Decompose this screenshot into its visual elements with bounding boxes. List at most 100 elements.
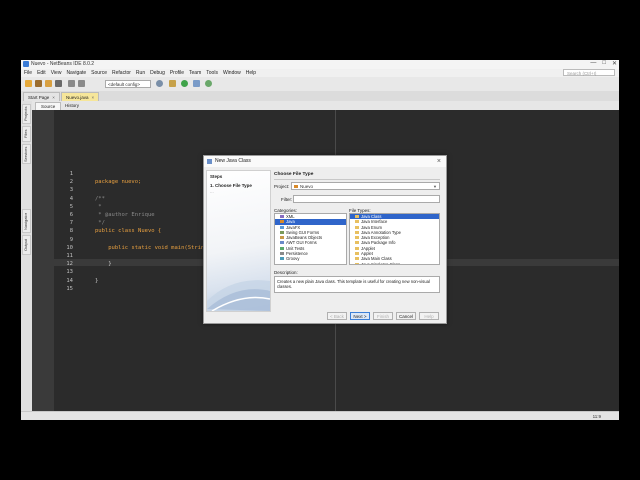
file-type-label: Java Singleton Class	[361, 261, 401, 265]
window-title: Nuevo - NetBeans IDE 8.0.2	[31, 61, 95, 67]
java-file-icon	[355, 230, 359, 234]
menu-view[interactable]: View	[51, 70, 62, 76]
code-line: /**	[95, 195, 105, 202]
category-label: JavaFX	[286, 224, 301, 230]
window-controls: — □ ✕	[590, 60, 617, 67]
menu-navigate[interactable]: Navigate	[66, 70, 86, 76]
choose-file-type-header: Choose File Type	[274, 172, 314, 177]
menu-file[interactable]: File	[24, 70, 32, 76]
folder-icon	[280, 241, 284, 245]
next-button[interactable]: Next >	[350, 312, 370, 320]
menu-profile[interactable]: Profile	[170, 70, 184, 76]
project-label: Project:	[274, 184, 290, 189]
category-label: Swing GUI Forms	[286, 229, 320, 235]
categories-list[interactable]: XML Java JavaFX Swing GUI Forms JavaBeans Ob…	[274, 213, 347, 265]
folder-icon	[280, 236, 284, 240]
cancel-button[interactable]: Cancel	[396, 312, 416, 320]
project-select[interactable]: Nuevo ▼	[291, 182, 440, 190]
tab-start-page[interactable]: Start Page ×	[23, 92, 60, 101]
file-type-item[interactable]: Java Singleton Class	[350, 261, 439, 265]
file-type-label: JApplet	[361, 245, 375, 251]
open-project-icon[interactable]	[45, 80, 52, 87]
sidebar-tab-navigator[interactable]: Navigator	[22, 209, 31, 233]
menu-window[interactable]: Window	[223, 70, 241, 76]
line-number: 5	[69, 203, 73, 210]
file-types-list[interactable]: Java Class Java Interface Java Enum Java An…	[349, 213, 440, 265]
line-number: 13	[66, 269, 73, 276]
debug-icon[interactable]	[193, 80, 200, 87]
code-line: *	[95, 203, 102, 210]
file-type-label: Java Interface	[361, 219, 388, 225]
new-java-class-dialog: New Java Class × Steps 1. Choose File Ty…	[203, 155, 447, 324]
sidebar-tab-files[interactable]: Files	[22, 126, 31, 142]
description-text: Creates a new plain Java class. This tem…	[274, 276, 440, 293]
menu-run[interactable]: Run	[136, 70, 145, 76]
minimize-icon[interactable]: —	[590, 60, 596, 67]
clean-build-icon[interactable]	[169, 80, 176, 87]
code-line: */	[95, 220, 105, 227]
tab-history[interactable]: History	[60, 102, 84, 110]
maximize-icon[interactable]: □	[602, 60, 606, 67]
run-icon[interactable]	[181, 80, 188, 87]
folder-icon	[280, 246, 284, 250]
close-tab-icon[interactable]: ×	[52, 95, 55, 100]
file-type-label: Java Annotation Type	[361, 229, 401, 235]
code-line: public class Nuevo {	[95, 228, 162, 235]
back-button[interactable]: < Back	[327, 312, 347, 320]
file-type-label: Java Enum	[361, 224, 382, 230]
java-file-icon	[355, 257, 359, 261]
build-icon[interactable]	[156, 80, 163, 87]
category-label: JavaBeans Objects	[286, 235, 323, 241]
menu-bar: File Edit View Navigate Source Refactor …	[21, 69, 619, 77]
config-select[interactable]: <default config>	[105, 80, 151, 88]
category-label: Java	[286, 219, 295, 225]
sidebar-tab-projects[interactable]: Projects	[22, 104, 31, 124]
project-value: Nuevo	[300, 184, 314, 189]
close-icon[interactable]: ✕	[612, 60, 617, 67]
line-number: 8	[69, 228, 73, 235]
folder-icon	[280, 230, 284, 234]
tab-label: Nuevo.java	[66, 95, 89, 100]
menu-help[interactable]: Help	[246, 70, 256, 76]
help-button[interactable]: Help	[419, 312, 439, 320]
line-number: 12	[66, 261, 73, 268]
wizard-decoration	[207, 280, 270, 311]
step-next: ...	[210, 189, 214, 194]
folder-icon	[280, 257, 284, 261]
document-tabs: Start Page × Nuevo.java ×	[21, 91, 619, 101]
category-item[interactable]: Groovy	[275, 256, 346, 261]
menu-debug[interactable]: Debug	[150, 70, 165, 76]
step-choose-file-type: 1. Choose File Type	[210, 183, 252, 188]
sidebar-tab-services[interactable]: Services	[22, 144, 31, 164]
menu-tools[interactable]: Tools	[206, 70, 218, 76]
filter-label: Filter:	[281, 197, 293, 202]
file-type-label: Java Package Info	[361, 240, 396, 246]
undo-icon[interactable]	[68, 80, 75, 87]
search-input[interactable]: Search (Ctrl+I)	[563, 69, 615, 76]
code-line: }	[95, 277, 99, 284]
profile-icon[interactable]	[205, 80, 212, 87]
line-number: 7	[69, 220, 73, 227]
menu-team[interactable]: Team	[189, 70, 201, 76]
line-number: 15	[66, 285, 73, 292]
close-tab-icon[interactable]: ×	[92, 95, 95, 100]
finish-button[interactable]: Finish	[373, 312, 393, 320]
close-icon[interactable]: ×	[437, 156, 441, 167]
menu-edit[interactable]: Edit	[37, 70, 46, 76]
chevron-down-icon[interactable]: ▼	[433, 183, 437, 190]
java-file-icon	[355, 241, 359, 245]
new-file-icon[interactable]	[25, 80, 32, 87]
sidebar-tab-output[interactable]: Output	[22, 235, 31, 255]
category-label: XML	[286, 214, 295, 219]
filter-input[interactable]	[293, 195, 440, 203]
line-number: 3	[69, 187, 73, 194]
line-number: 10	[66, 244, 73, 251]
menu-refactor[interactable]: Refactor	[112, 70, 131, 76]
new-project-icon[interactable]	[35, 80, 42, 87]
save-all-icon[interactable]	[55, 80, 62, 87]
status-bar: 11:9	[21, 411, 619, 420]
tab-nuevo-java[interactable]: Nuevo.java ×	[61, 92, 100, 101]
menu-source[interactable]: Source	[91, 70, 107, 76]
code-line: package nuevo;	[95, 179, 142, 186]
redo-icon[interactable]	[78, 80, 85, 87]
